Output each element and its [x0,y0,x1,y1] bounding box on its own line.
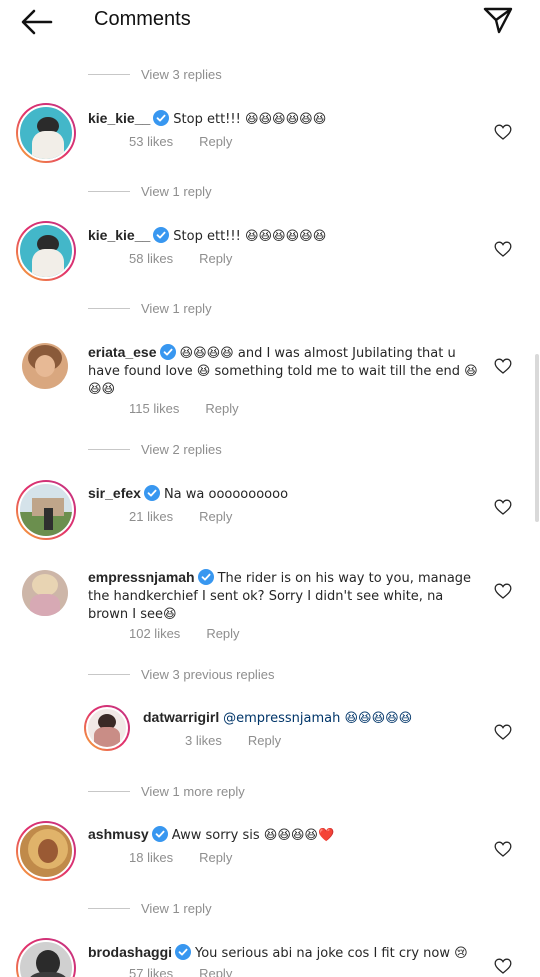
comment-body: empressnjamah The rider is on his way to … [88,569,480,623]
avatar[interactable] [16,821,76,881]
comment-text: Stop ett!!! 😆😆😆😆😆😆 [173,229,327,244]
comment-meta: 3 likes Reply [185,733,281,748]
comment-username[interactable]: ashmusy [88,826,149,842]
comment-body: ashmusy Aww sorry sis 😆😆😆😆❤️ [88,826,488,844]
direct-message-icon[interactable] [482,5,514,35]
view-previous-replies-link[interactable]: View 3 previous replies [141,667,274,682]
comment-username[interactable]: eriata_ese [88,344,157,360]
reply-button[interactable]: Reply [206,626,239,641]
comment-body: brodashaggi You serious abi na joke cos I… [88,944,488,962]
avatar[interactable] [84,705,130,751]
comment-body: eriata_ese 😆😆😆😆 and I was almost Jubilati… [88,344,480,398]
avatar[interactable] [22,570,68,616]
comment-username[interactable]: brodashaggi [88,944,172,960]
like-heart-icon[interactable] [494,583,512,599]
comment-meta: 21 likes Reply [129,509,232,524]
comment-meta: 57 likes Reply [129,966,232,977]
comment-text: Stop ett!!! 😆😆😆😆😆😆 [173,112,327,127]
view-replies-link[interactable]: View 2 replies [141,442,222,457]
verified-badge-icon [175,944,192,960]
avatar[interactable] [16,480,76,540]
avatar[interactable] [22,343,68,389]
like-count[interactable]: 58 likes [129,251,173,266]
reply-divider [88,191,130,192]
avatar[interactable] [16,938,76,977]
verified-badge-icon [143,485,160,501]
like-count[interactable]: 53 likes [129,134,173,149]
like-count[interactable]: 18 likes [129,850,173,865]
comment-username[interactable]: kie_kie__ [88,110,150,126]
like-heart-icon[interactable] [494,241,512,257]
verified-badge-icon [153,110,170,126]
like-count[interactable]: 115 likes [129,401,179,416]
avatar[interactable] [16,221,76,281]
reply-divider [88,449,130,450]
verified-badge-icon [151,826,168,842]
scrollbar[interactable] [535,354,539,522]
reply-button[interactable]: Reply [205,401,238,416]
like-count[interactable]: 3 likes [185,733,222,748]
like-heart-icon[interactable] [494,724,512,740]
comment-body: kie_kie__ Stop ett!!! 😆😆😆😆😆😆 [88,227,488,245]
comment-username[interactable]: kie_kie__ [88,227,150,243]
reply-divider [88,74,130,75]
page-title: Comments [94,8,191,30]
like-heart-icon[interactable] [494,841,512,857]
view-replies-link[interactable]: View 1 reply [141,301,212,316]
like-count[interactable]: 102 likes [129,626,180,641]
reply-button[interactable]: Reply [199,850,232,865]
verified-badge-icon [197,569,214,585]
verified-badge-icon [159,344,176,360]
comment-username[interactable]: sir_efex [88,485,141,501]
comment-meta: 58 likes Reply [129,251,232,266]
reply-button[interactable]: Reply [199,509,232,524]
comment-username[interactable]: empressnjamah [88,569,195,585]
like-heart-icon[interactable] [494,499,512,515]
comment-text: Aww sorry sis 😆😆😆😆❤️ [171,828,335,843]
comment-meta: 18 likes Reply [129,850,232,865]
comment-username[interactable]: datwarrigirl [143,709,219,725]
reply-body: datwarrigirl @empressnjamah 😆😆😆😆😆 [143,709,483,727]
like-count[interactable]: 57 likes [129,966,173,977]
view-replies-link[interactable]: View 1 reply [141,901,212,916]
reply-button[interactable]: Reply [199,251,232,266]
reply-divider [88,308,130,309]
comment-text: @empressnjamah 😆😆😆😆😆 [223,711,413,726]
reply-button[interactable]: Reply [248,733,281,748]
reply-divider [88,674,130,675]
comment-body: kie_kie__ Stop ett!!! 😆😆😆😆😆😆 [88,110,488,128]
reply-button[interactable]: Reply [199,966,232,977]
comment-text: Na wa oooooooooo [163,487,289,502]
top-bar: Comments [0,0,540,44]
like-heart-icon[interactable] [494,958,512,974]
like-count[interactable]: 21 likes [129,509,173,524]
verified-badge-icon [153,227,170,243]
comment-meta: 115 likes Reply [129,401,239,416]
reply-button[interactable]: Reply [199,134,232,149]
view-replies-link[interactable]: View 1 reply [141,184,212,199]
like-heart-icon[interactable] [494,358,512,374]
like-heart-icon[interactable] [494,124,512,140]
comment-body: sir_efex Na wa oooooooooo [88,485,488,503]
comment-meta: 53 likes Reply [129,134,232,149]
reply-divider [88,791,130,792]
comment-meta: 102 likes Reply [129,626,240,641]
back-arrow-icon[interactable] [20,8,54,36]
comment-text: You serious abi na joke cos I fit cry no… [195,946,468,961]
view-replies-link[interactable]: View 3 replies [141,67,222,82]
view-more-replies-link[interactable]: View 1 more reply [141,784,245,799]
reply-divider [88,908,130,909]
avatar[interactable] [16,103,76,163]
